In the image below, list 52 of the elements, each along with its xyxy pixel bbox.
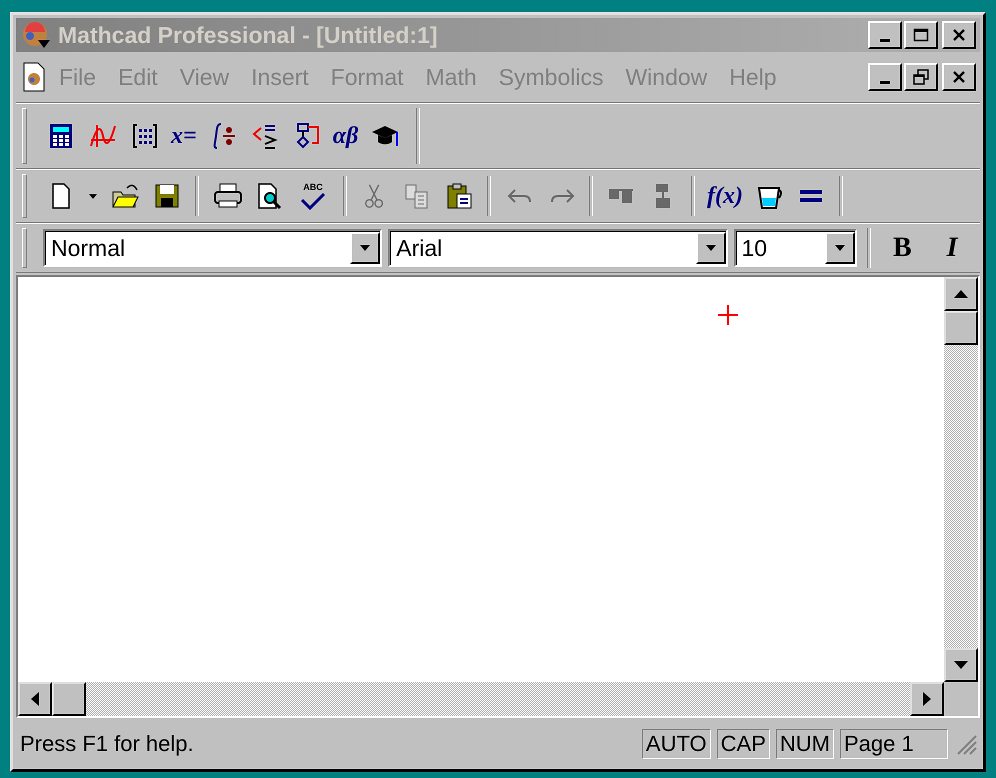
status-message: Press F1 for help. <box>19 731 195 757</box>
minimize-icon <box>880 38 890 42</box>
scroll-up-arrow-icon <box>954 290 968 298</box>
align-down-icon <box>656 184 670 208</box>
bold-button[interactable]: B <box>880 228 924 268</box>
scroll-right-button[interactable] <box>910 682 944 716</box>
close-icon <box>952 28 966 42</box>
spell-check-button[interactable]: ABC <box>293 174 333 218</box>
font-size-dropdown[interactable]: 10 <box>734 229 857 267</box>
minimize-button[interactable] <box>868 21 902 49</box>
scroll-thumb[interactable] <box>944 311 978 345</box>
status-indicator: Page 1 <box>840 729 948 759</box>
status-indicator: AUTO <box>642 729 711 759</box>
scroll-down-button[interactable] <box>944 648 978 682</box>
maximize-icon <box>913 28 929 42</box>
scroll-left-button[interactable] <box>18 682 52 716</box>
scroll-up-button[interactable] <box>944 277 978 311</box>
scroll-left-arrow-icon <box>31 692 39 706</box>
close-icon <box>952 70 966 84</box>
crosshair-cursor-icon <box>718 305 738 325</box>
toolbar-button[interactable]: f(x) <box>705 174 745 218</box>
style-dropdown[interactable]: Normal <box>42 229 382 267</box>
comparison-icon <box>250 122 280 150</box>
matrix-icon <box>130 122 160 150</box>
scroll-right-arrow-icon <box>923 692 931 706</box>
toolbar-button[interactable]: αβ <box>330 114 360 158</box>
dropdown-arrow-icon <box>360 245 370 251</box>
maximize-button[interactable] <box>904 21 938 49</box>
scroll-down-arrow-icon <box>954 661 968 669</box>
italic-button[interactable]: I <box>930 228 974 268</box>
vertical-scrollbar[interactable] <box>944 277 978 682</box>
dropdown-arrow-icon <box>89 194 97 198</box>
document-close-button[interactable] <box>942 63 976 91</box>
graph-icon <box>88 122 118 150</box>
window-title: Mathcad Professional - [Untitled:1] <box>58 22 439 48</box>
scroll-thumb[interactable] <box>52 682 86 716</box>
status-indicator: NUM <box>776 729 834 759</box>
toolbar-button[interactable]: x= <box>169 114 199 158</box>
status-indicator: CAP <box>716 729 770 759</box>
horizontal-scrollbar[interactable] <box>18 682 944 716</box>
dropdown-arrow-icon <box>706 245 716 251</box>
dropdown-arrow-icon <box>834 245 845 251</box>
align-top-icon <box>609 189 633 203</box>
app-logo-icon <box>20 20 52 50</box>
checkmark-icon <box>300 192 326 210</box>
document-minimize-button[interactable] <box>868 63 902 91</box>
document-restore-button[interactable] <box>904 63 938 91</box>
font-dropdown[interactable]: Arial <box>388 229 728 267</box>
close-button[interactable] <box>942 21 976 49</box>
restore-icon <box>913 69 929 85</box>
printer-icon <box>211 182 243 210</box>
minimize-icon <box>880 80 890 84</box>
